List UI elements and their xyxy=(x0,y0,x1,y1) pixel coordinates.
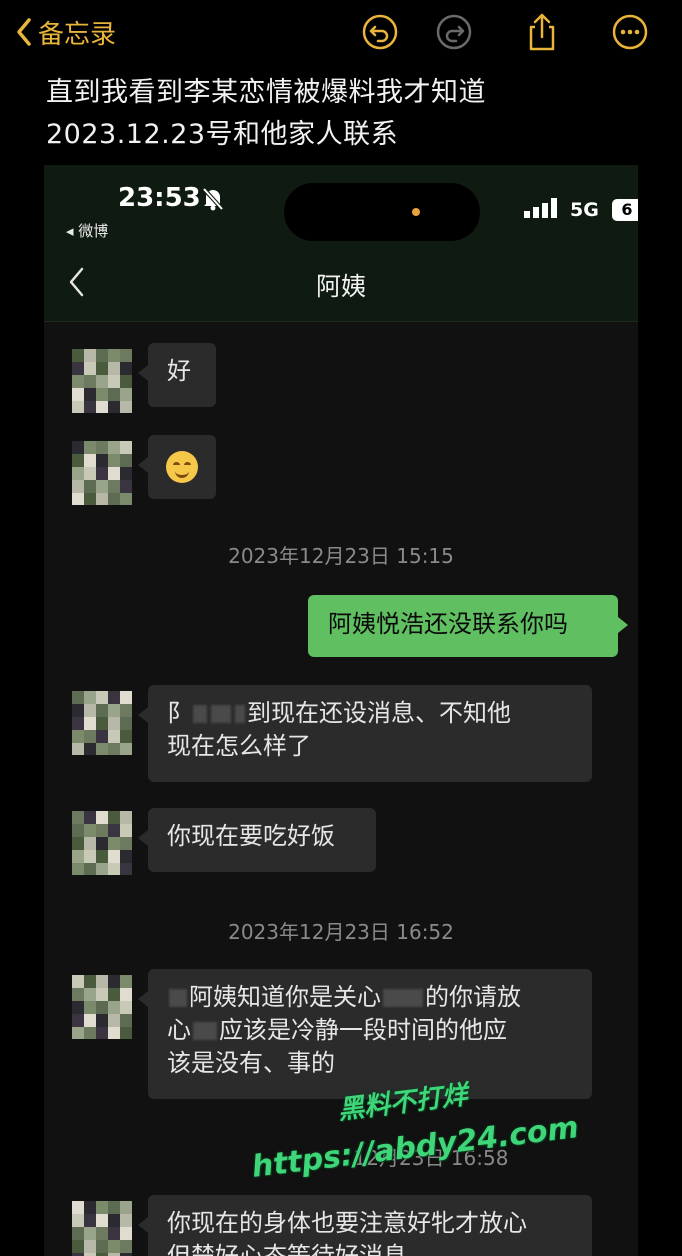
undo-icon xyxy=(362,14,398,50)
received-message[interactable]: 你现在的身体也要注意好牝才放心 但楚好心态等待好消息 xyxy=(138,1195,592,1256)
avatar[interactable] xyxy=(72,975,132,1039)
chat-nav-bar: 阿姨 xyxy=(44,243,638,322)
back-label: 备忘录 xyxy=(38,19,117,50)
timestamp: 2023年12月23日 16:52 xyxy=(228,920,454,944)
phone-status-bar: 23:53 ◂ 微博 5G 6 xyxy=(44,165,638,243)
chat-title: 阿姨 xyxy=(315,272,366,301)
message-text: 阝 xyxy=(167,699,191,727)
message-text: 好 xyxy=(167,357,191,385)
redaction-mark xyxy=(169,989,187,1007)
message-text: 你现在的身体也要注意好牝才放心 xyxy=(167,1209,527,1237)
received-message[interactable]: 好 xyxy=(138,343,216,407)
message-text: 应该是冷静一段时间的他应 xyxy=(219,1016,507,1044)
redaction-mark xyxy=(193,705,207,723)
sent-message[interactable]: 阿姨悦浩还没联系你吗 xyxy=(308,595,628,657)
redo-icon xyxy=(436,14,472,50)
cellular-signal-icon xyxy=(524,198,557,218)
redaction-mark xyxy=(235,705,245,723)
message-text: 的你请放 xyxy=(425,983,521,1011)
back-to-weibo: ◂ 微博 xyxy=(66,222,109,240)
avatar[interactable] xyxy=(72,811,132,875)
note-line-1: 直到我看到李某恋情被爆料我才知道 xyxy=(46,77,486,108)
message-text: 阿姨知道你是关心 xyxy=(189,983,381,1011)
redaction-mark xyxy=(211,705,231,723)
chevron-left-icon xyxy=(17,18,31,46)
avatar[interactable] xyxy=(72,441,132,505)
timestamp: 2023年12月23日 15:15 xyxy=(228,544,454,568)
back-to-notes-button[interactable]: 备忘录 xyxy=(16,14,116,50)
avatar[interactable] xyxy=(72,349,132,413)
message-text: 现在怎么样了 xyxy=(167,732,311,760)
redaction-mark xyxy=(193,1022,217,1040)
network-type: 5G xyxy=(570,199,599,221)
note-line-2: 2023.12.23号和他家人联系 xyxy=(46,119,399,150)
message-text: 阿姨悦浩还没联系你吗 xyxy=(328,610,568,638)
redaction-mark xyxy=(383,989,423,1007)
message-text: 该是没有、事的 xyxy=(167,1049,335,1077)
share-icon xyxy=(529,13,555,51)
avatar[interactable] xyxy=(72,1201,132,1256)
received-message[interactable]: 阝 到现在还设消息、不知他 现在怎么样了 xyxy=(138,685,592,782)
smiling-face-icon xyxy=(166,451,198,483)
message-text: 你现在要吃好饭 xyxy=(167,822,335,850)
status-time: 23:53 xyxy=(118,183,201,213)
avatar[interactable] xyxy=(72,691,132,755)
undo-button[interactable] xyxy=(360,12,400,52)
share-button[interactable] xyxy=(522,12,562,52)
bell-muted-icon xyxy=(202,187,224,211)
received-message[interactable]: 阿姨知道你是关心 的你请放 心应该是冷静一段时间的他应 该是没有、事的 xyxy=(138,969,592,1099)
battery-icon: 6 xyxy=(612,199,638,221)
received-message[interactable] xyxy=(138,435,216,499)
more-button[interactable] xyxy=(610,12,650,52)
dynamic-island xyxy=(284,183,480,241)
message-text: 但楚好心态等待好消息 xyxy=(167,1242,407,1256)
camera-indicator xyxy=(412,208,420,216)
received-message[interactable]: 你现在要吃好饭 xyxy=(138,808,376,872)
note-body[interactable]: 直到我看到李某恋情被爆料我才知道 2023.12.23号和他家人联系 xyxy=(46,72,486,156)
message-text: 到现在还设消息、不知他 xyxy=(247,699,511,727)
notes-toolbar: 备忘录 xyxy=(0,0,682,66)
redo-button[interactable] xyxy=(434,12,474,52)
message-text: 心 xyxy=(167,1016,191,1044)
more-icon xyxy=(612,14,648,50)
